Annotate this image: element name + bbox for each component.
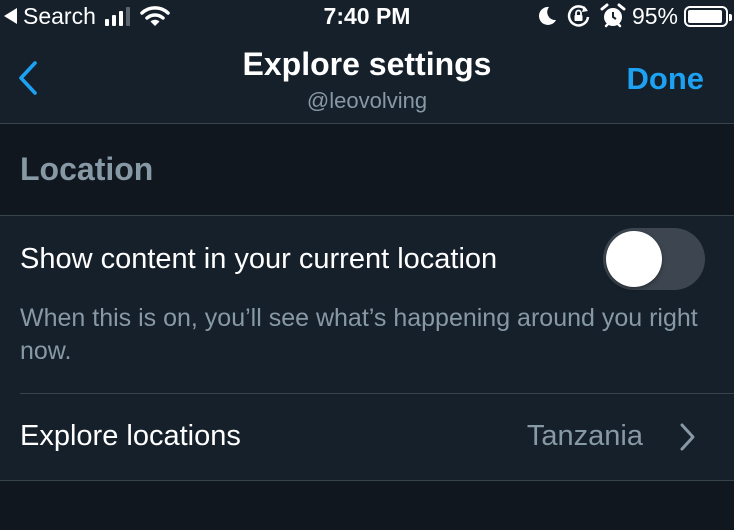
explore-locations-value: Tanzania <box>526 420 643 452</box>
battery-icon <box>684 5 732 27</box>
page-title: Explore settings <box>242 46 492 82</box>
location-section-header: Location <box>0 124 734 215</box>
section-title: Location <box>20 151 154 187</box>
status-bar-right: 95% <box>536 2 732 29</box>
chevron-right-icon <box>680 423 695 451</box>
empty-footer-area <box>0 481 734 530</box>
moon-icon <box>538 6 556 25</box>
alarm-icon <box>600 3 626 28</box>
done-button[interactable]: Done <box>627 61 705 97</box>
navigation-bar: Explore settings @leovolving Done <box>0 34 734 124</box>
battery-level <box>688 9 722 23</box>
toggle-knob <box>606 231 662 287</box>
rotation-lock-icon <box>567 5 590 27</box>
status-bar: Search 7:40 PM 95% <box>0 0 734 34</box>
show-location-label: Show content in your current location <box>20 243 498 275</box>
account-handle: @leovolving <box>306 88 428 113</box>
explore-settings-screen: Search 7:40 PM 95% Explore settings @leo… <box>0 0 734 530</box>
section-divider <box>0 215 734 216</box>
explore-locations-label: Explore locations <box>20 420 241 452</box>
battery-percentage: 95% <box>631 2 678 29</box>
explore-locations-row[interactable]: Explore locations Tanzania <box>0 394 734 480</box>
show-location-toggle[interactable] <box>603 228 705 290</box>
battery-tip <box>729 13 732 21</box>
show-location-description: When this is on, you’ll see what’s happe… <box>20 304 698 365</box>
